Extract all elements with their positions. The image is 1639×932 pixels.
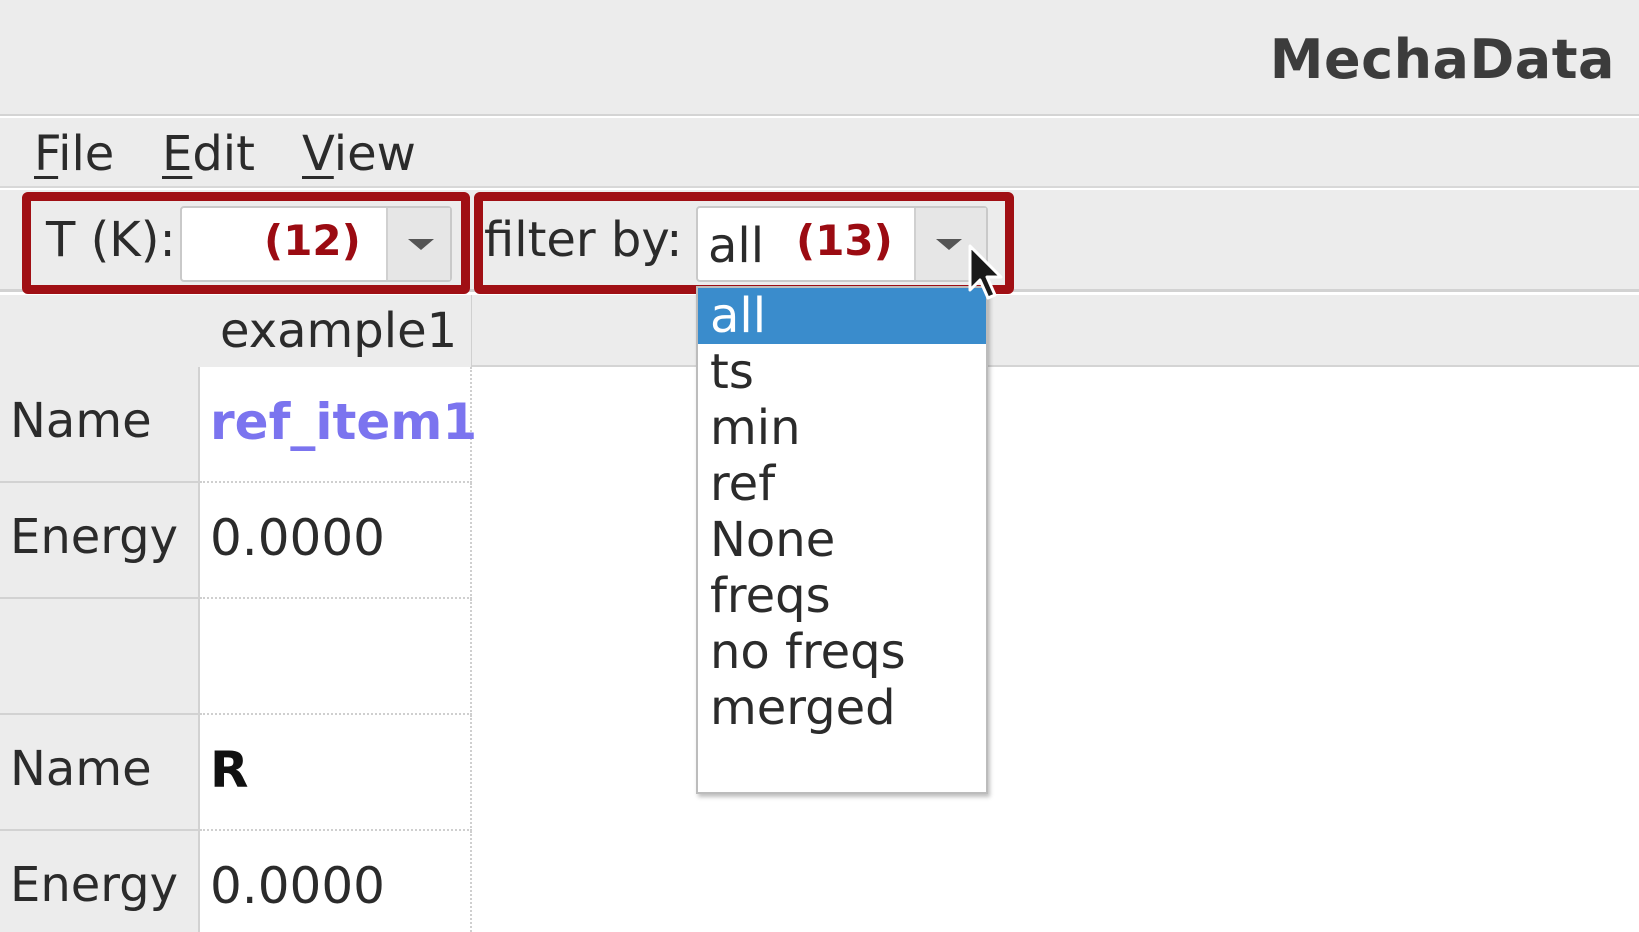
- menu-bar: File Edit View: [0, 118, 1639, 188]
- table-row: Name R: [0, 715, 472, 831]
- mouse-cursor-icon: [968, 244, 1003, 300]
- table-cell[interactable]: R: [200, 715, 472, 831]
- filter-option-ref[interactable]: ref: [698, 456, 986, 512]
- menu-file-mnemonic: F: [34, 126, 59, 182]
- table-row: Energy 0.0000: [0, 483, 472, 599]
- table-row: Name ref_item1: [0, 367, 477, 483]
- cell-value: R: [210, 741, 249, 799]
- row-header-label: Energy: [10, 509, 179, 565]
- cell-value: ref_item1: [210, 393, 478, 451]
- row-header[interactable]: Name: [0, 367, 200, 483]
- table-cell[interactable]: 0.0000: [200, 831, 472, 932]
- table-row: Energy 0.0000: [0, 831, 472, 932]
- menu-edit-label: dit: [192, 126, 255, 182]
- menu-file-label: ile: [58, 126, 115, 182]
- filter-dropdown-list: all ts min ref None freqs no freqs merge…: [696, 286, 988, 794]
- menu-view-mnemonic: V: [302, 126, 334, 182]
- callout-13: (13): [796, 216, 893, 265]
- title-bar: MechaData: [0, 0, 1639, 116]
- row-header[interactable]: Name: [0, 715, 200, 831]
- filter-option-freqs[interactable]: freqs: [698, 568, 986, 624]
- filter-option-merged[interactable]: merged: [698, 680, 986, 736]
- row-header[interactable]: Energy: [0, 831, 200, 932]
- column-header-label: example1: [220, 303, 458, 359]
- menu-edit[interactable]: Edit: [162, 124, 255, 184]
- filter-option-none[interactable]: None: [698, 512, 986, 568]
- table-cell[interactable]: ref_item1: [200, 367, 477, 483]
- row-header[interactable]: Energy: [0, 483, 200, 599]
- window-title: MechaData: [1269, 28, 1615, 91]
- table-cell[interactable]: 0.0000: [200, 483, 472, 599]
- filter-option-no-freqs[interactable]: no freqs: [698, 624, 986, 680]
- menu-view-label: iew: [333, 126, 416, 182]
- filter-option-min[interactable]: min: [698, 400, 986, 456]
- row-header[interactable]: [0, 599, 200, 715]
- menu-file[interactable]: File: [34, 124, 114, 184]
- callout-12: (12): [264, 216, 361, 265]
- cell-value: 0.0000: [210, 857, 385, 915]
- highlight-box-filter: [474, 192, 1014, 294]
- row-header-label: Energy: [10, 857, 179, 913]
- menu-view[interactable]: View: [302, 124, 416, 184]
- menu-edit-mnemonic: E: [162, 126, 193, 182]
- filter-option-all[interactable]: all: [698, 288, 986, 344]
- row-header-label: Name: [10, 393, 152, 449]
- highlight-box-temperature: [22, 192, 470, 294]
- row-header-label: Name: [10, 741, 152, 797]
- filter-option-ts[interactable]: ts: [698, 344, 986, 400]
- column-header-example1[interactable]: example1: [0, 295, 472, 367]
- cell-value: 0.0000: [210, 509, 385, 567]
- table-row: [0, 599, 472, 715]
- table-cell[interactable]: [200, 599, 472, 715]
